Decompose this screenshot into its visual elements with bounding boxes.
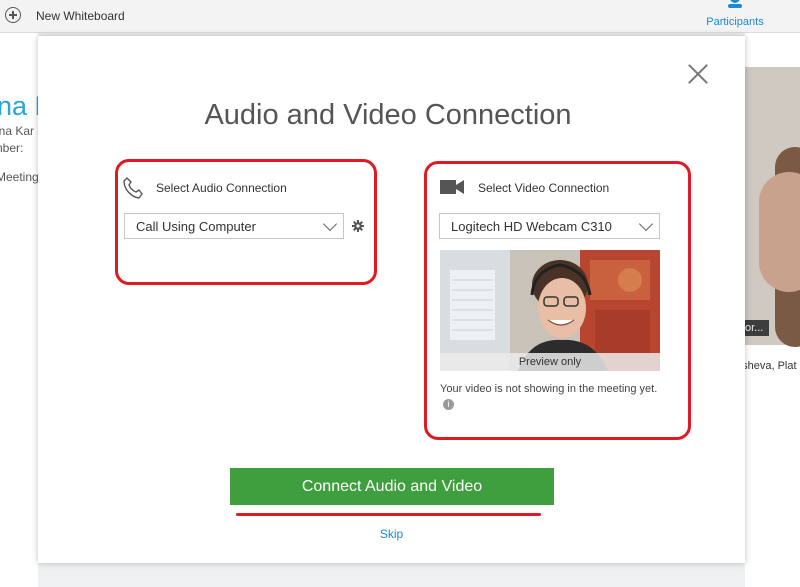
participant-video-image (759, 172, 800, 292)
presenter-name: na K (0, 91, 38, 121)
video-connection-value: Logitech HD Webcam C310 (451, 219, 612, 234)
background-left-panel: na K ina Kar nber: Meeting (0, 33, 38, 587)
chevron-down-icon (322, 216, 338, 232)
add-icon[interactable] (5, 7, 21, 23)
audio-connection-select[interactable]: Call Using Computer (124, 213, 344, 239)
phone-icon (123, 177, 143, 199)
preview-caption: Preview only (440, 353, 660, 371)
participants-button[interactable]: Participants (695, 0, 775, 32)
button-underline-annotation (236, 513, 541, 516)
chevron-down-icon (638, 216, 654, 232)
top-toolbar: New Whiteboard Participants (0, 0, 800, 33)
connect-audio-video-button[interactable]: Connect Audio and Video (230, 468, 554, 505)
video-section-label: Select Video Connection (478, 181, 610, 195)
presenter-detail: ina Kar (0, 124, 35, 138)
camera-icon (440, 180, 464, 194)
participants-label: Participants (706, 16, 764, 28)
dialog-title: Audio and Video Connection (204, 99, 572, 131)
audio-section-label: Select Audio Connection (156, 181, 287, 195)
participants-icon (728, 0, 742, 8)
close-icon[interactable] (688, 64, 708, 84)
video-preview: Preview only (440, 250, 660, 371)
audio-connection-value: Call Using Computer (136, 219, 256, 234)
gear-icon[interactable] (352, 220, 364, 232)
audio-video-dialog: Audio and Video Connection Select Audio … (38, 36, 745, 563)
video-connection-select[interactable]: Logitech HD Webcam C310 (439, 213, 660, 239)
background-right-panel: or... usheva, Plat (745, 33, 800, 587)
new-whiteboard-label[interactable]: New Whiteboard (36, 9, 125, 23)
participant-video-label: or... (745, 320, 770, 336)
info-icon[interactable]: i (443, 399, 454, 410)
skip-link[interactable]: Skip (38, 527, 745, 541)
video-note-text: Your video is not showing in the meeting… (440, 383, 658, 395)
presenter-detail: nber: (0, 141, 24, 155)
participant-names: usheva, Plat (745, 360, 797, 372)
participant-video: or... (745, 67, 800, 347)
presenter-detail: Meeting (0, 170, 38, 184)
video-note: Your video is not showing in the meeting… (440, 382, 670, 410)
